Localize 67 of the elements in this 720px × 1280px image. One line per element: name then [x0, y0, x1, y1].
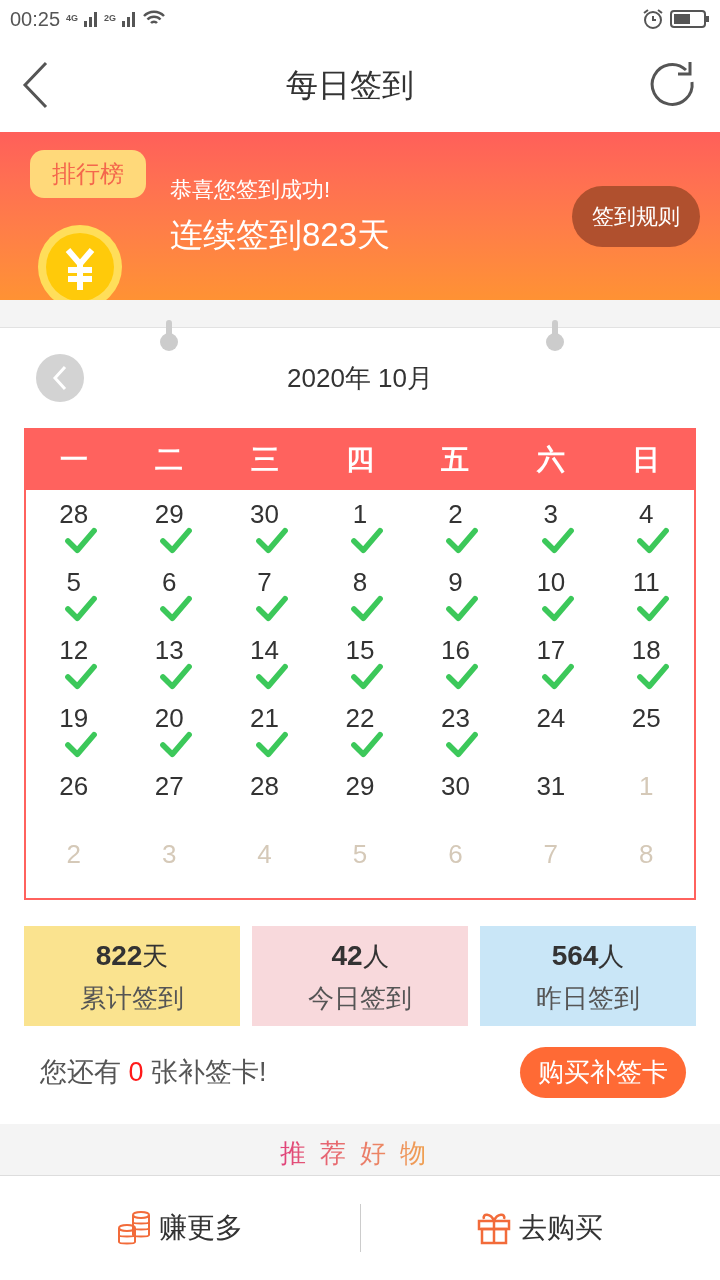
battery-icon	[670, 9, 710, 29]
month-label: 2020年 10月	[287, 361, 433, 395]
calendar-day[interactable]: 21	[250, 706, 279, 730]
calendar-day[interactable]: 4	[639, 502, 654, 526]
calendar-day[interactable]: 28	[59, 502, 89, 526]
network-label: 4G	[66, 12, 79, 26]
bottom-tab[interactable]: 去购买	[360, 1207, 720, 1249]
page-title: 每日签到	[286, 66, 414, 105]
makeup-card-message: 您还有 0 张补签卡!	[40, 1055, 267, 1089]
calendar-day[interactable]: 31	[536, 774, 566, 798]
calendar-day[interactable]: 2	[448, 502, 463, 526]
calendar-day[interactable]: 26	[59, 774, 89, 798]
calendar-day[interactable]: 5	[66, 570, 81, 594]
stat-value: 42人	[331, 938, 389, 973]
calendar-day[interactable]: 12	[59, 638, 89, 662]
calendar-day[interactable]: 30	[440, 774, 470, 798]
stat-label: 今日签到	[308, 981, 412, 1015]
stat-value: 564人	[551, 938, 625, 973]
signal-icon	[84, 11, 99, 27]
rules-button[interactable]: 签到规则	[572, 185, 700, 247]
weekday-header: 一	[58, 443, 89, 477]
bottom-tab[interactable]: 赚更多	[0, 1207, 360, 1249]
calendar-day[interactable]: 15	[345, 638, 375, 662]
stat-value: 822天	[95, 938, 169, 973]
stat-label: 累计签到	[80, 981, 184, 1015]
calendar-day[interactable]: 16	[440, 638, 470, 662]
weekday-header: 五	[440, 443, 471, 477]
gift-icon	[477, 1211, 512, 1245]
calendar-day[interactable]: 1	[352, 502, 368, 526]
calendar-day[interactable]: 14	[250, 638, 279, 662]
calendar-day[interactable]: 17	[536, 638, 566, 662]
coins-icon	[116, 1210, 151, 1246]
calendar-day[interactable]: 9	[448, 570, 463, 594]
calendar-day[interactable]: 13	[154, 638, 184, 662]
weekday-header: 六	[535, 443, 566, 477]
status-time: 00:25	[10, 7, 61, 32]
alarm-icon	[642, 8, 664, 30]
calendar-day[interactable]: 18	[631, 638, 661, 662]
calendar-day[interactable]: 27	[154, 774, 184, 798]
stat-label: 昨日签到	[536, 981, 640, 1015]
calendar-day[interactable]: 23	[440, 706, 470, 730]
calendar-day[interactable]: 24	[536, 706, 566, 730]
calendar-day[interactable]: 25	[631, 706, 661, 730]
calendar-day[interactable]: 11	[632, 570, 660, 594]
network-label: 2G	[104, 12, 117, 26]
calendar-day[interactable]: 30	[250, 502, 279, 526]
chevron-left-icon	[52, 365, 68, 391]
calendar-day[interactable]: 3	[543, 502, 559, 526]
calendar-day[interactable]: 28	[250, 774, 279, 798]
success-message: 恭喜您签到成功!	[170, 175, 332, 204]
signal-icon	[122, 11, 137, 27]
calendar-day[interactable]: 29	[345, 774, 375, 798]
streak-text: 连续签到823天	[170, 214, 392, 255]
calendar-day[interactable]: 8	[352, 570, 368, 594]
calendar-day[interactable]: 22	[345, 706, 375, 730]
calendar-day[interactable]: 20	[154, 706, 184, 730]
calendar-day[interactable]: 29	[154, 502, 184, 526]
weekday-header: 三	[249, 443, 280, 477]
ring-icon	[159, 320, 179, 352]
calendar-day[interactable]: 7	[257, 570, 272, 594]
ring-icon	[545, 320, 565, 352]
weekday-header: 四	[345, 443, 375, 477]
weekday-header: 日	[631, 443, 662, 477]
calendar-day[interactable]: 10	[536, 570, 566, 594]
weekday-header: 二	[154, 443, 185, 477]
calendar-day[interactable]: 6	[161, 570, 177, 594]
calendar-day[interactable]: 19	[59, 706, 89, 730]
